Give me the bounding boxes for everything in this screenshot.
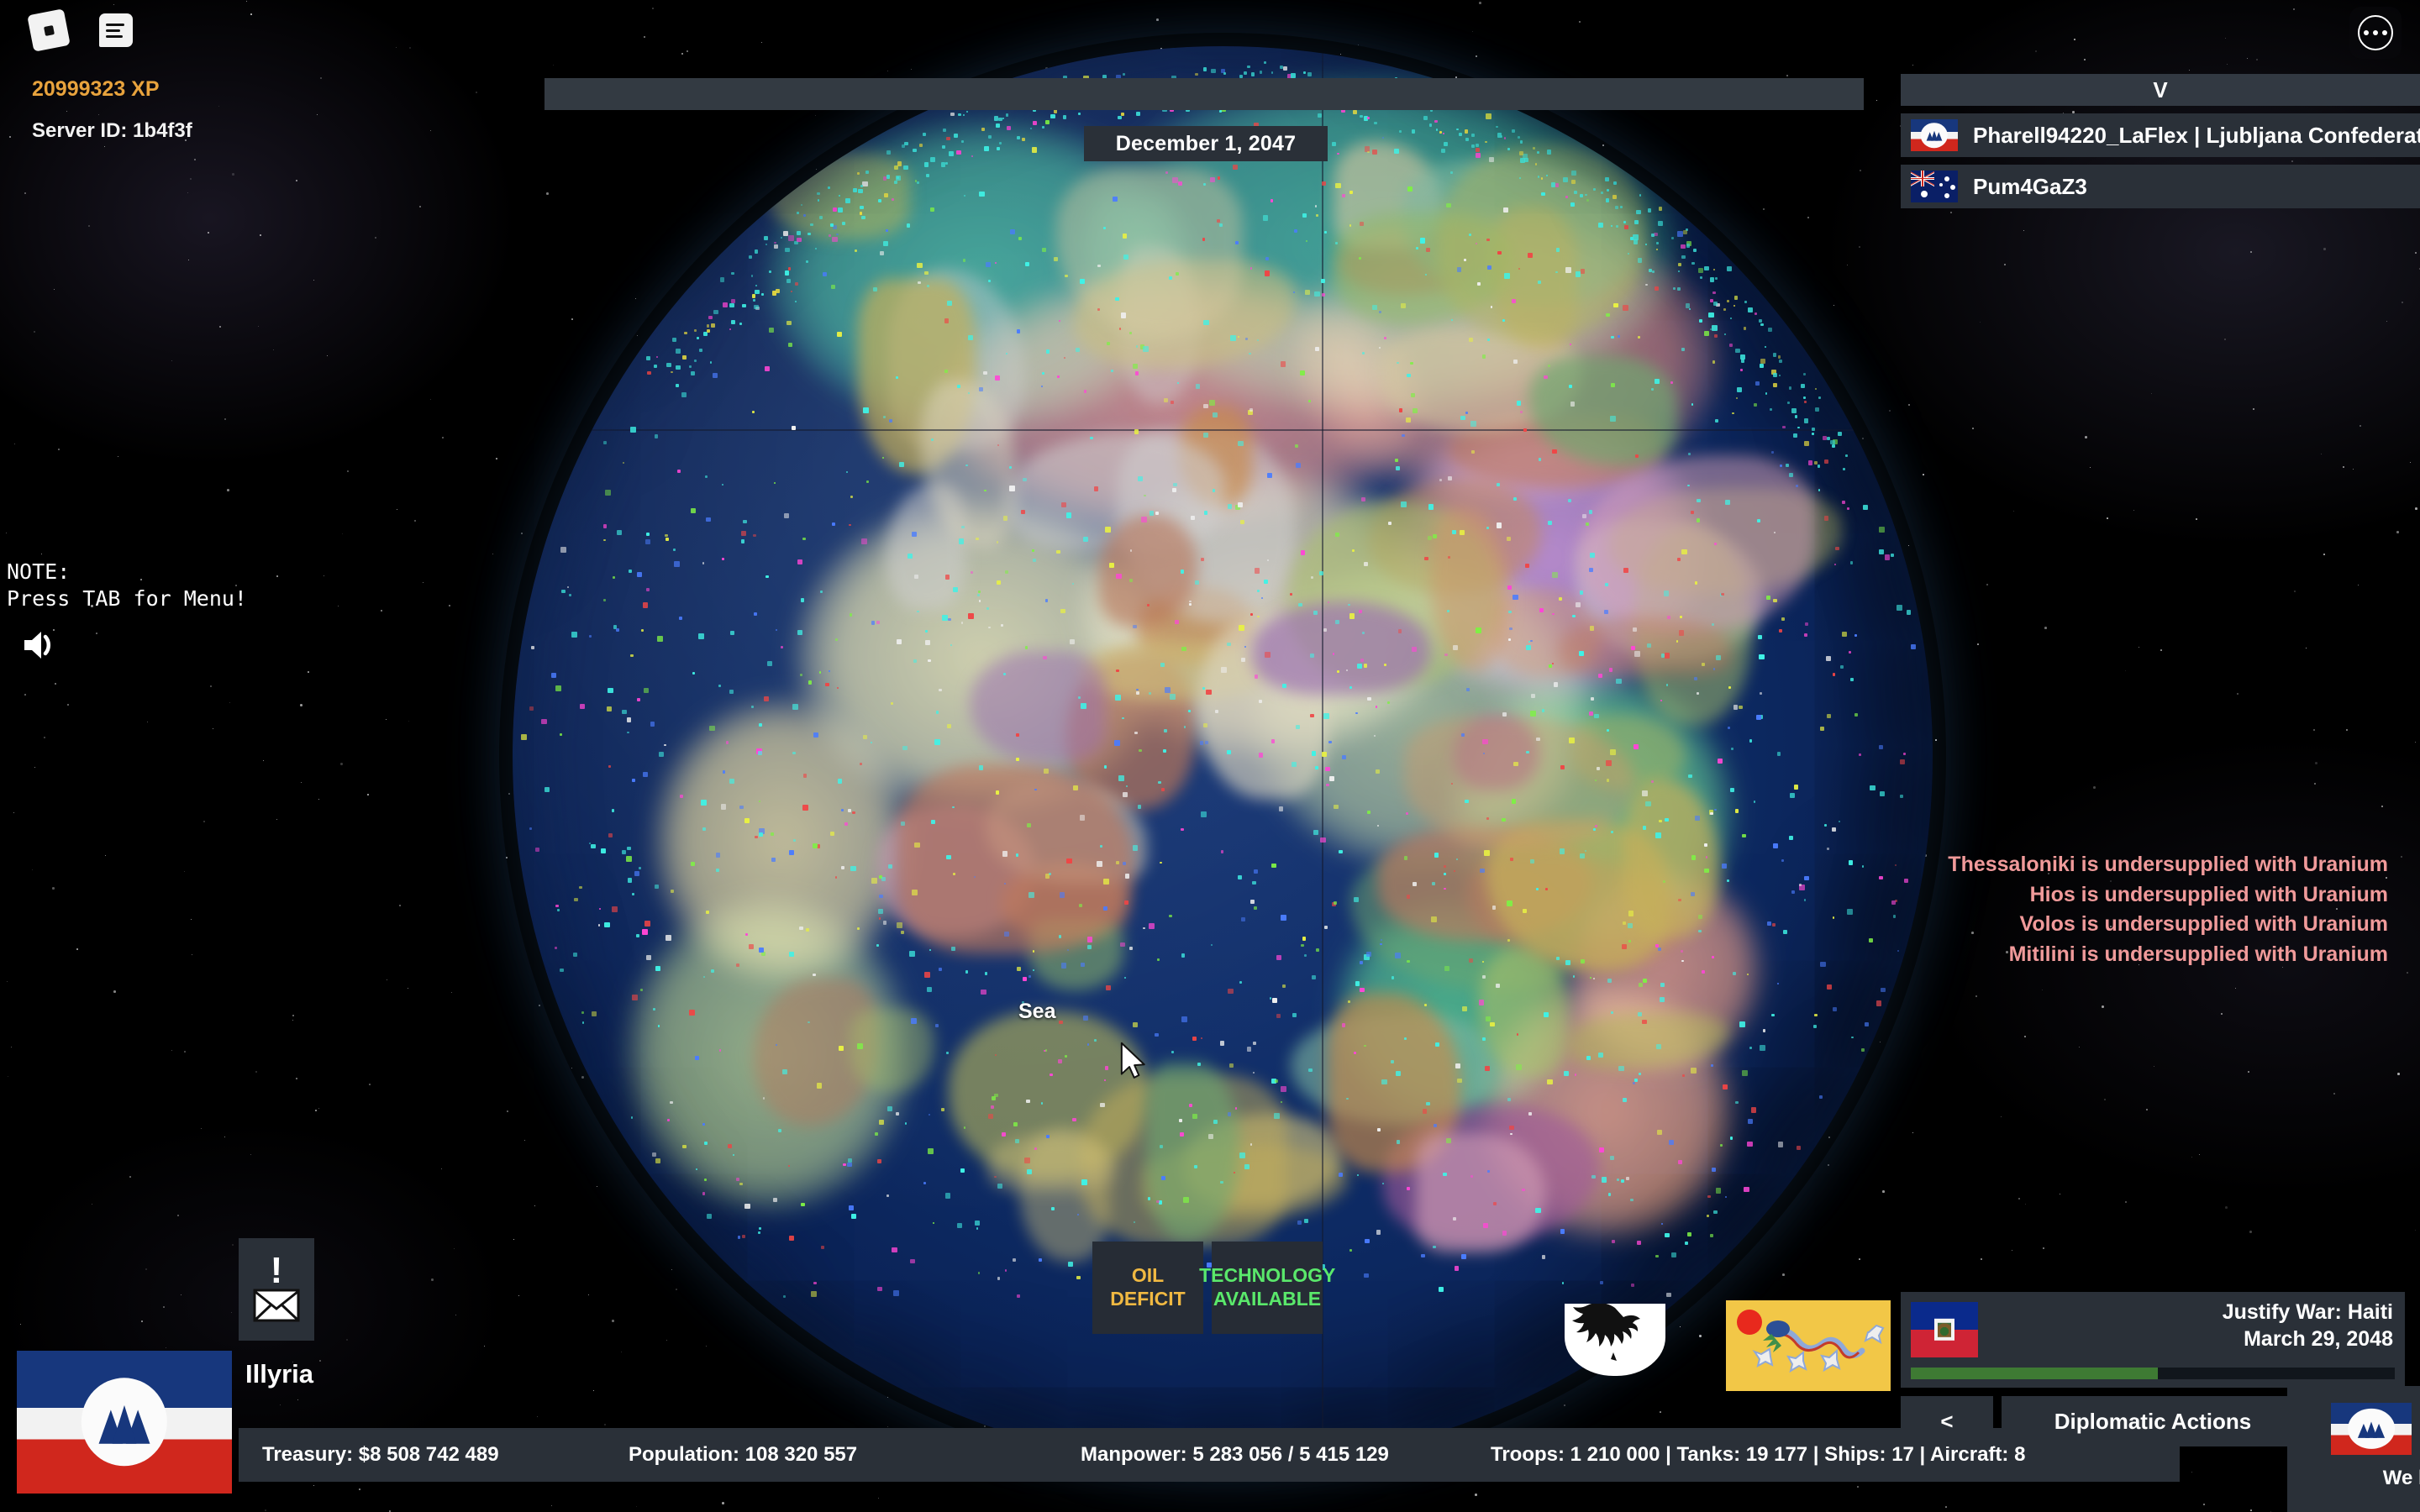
diplomacy-prev-button[interactable]: < bbox=[1901, 1396, 1993, 1446]
player-list-item[interactable]: Pum4GaZ3 bbox=[1901, 165, 2420, 208]
supply-alert: Hios is undersupplied with Uranium bbox=[2029, 882, 2388, 906]
server-id-label: Server ID: 1b4f3f bbox=[32, 119, 192, 142]
illyria-flag-icon bbox=[1911, 119, 1958, 151]
sun-disc-icon bbox=[1737, 1310, 1762, 1335]
diplomacy-progress-bar bbox=[1911, 1368, 2395, 1379]
player-name: Pharell94220_LaFlex | Ljubljana Confeder… bbox=[1973, 122, 2420, 148]
supply-alert: Thessaloniki is undersupplied with Urani… bbox=[1948, 853, 2388, 876]
chat-icon[interactable] bbox=[99, 13, 133, 47]
player-list-item[interactable]: Pharell94220_LaFlex | Ljubljana Confeder… bbox=[1901, 113, 2420, 157]
notification-toast[interactable]: We ha bbox=[2287, 1386, 2420, 1512]
xp-counter: 20999323 XP bbox=[32, 77, 160, 101]
game-screen: Sea 20999323 XP Server ID: 1b4f3f NOTE: … bbox=[0, 0, 2420, 1512]
eagle-crest-emblem[interactable] bbox=[1565, 1304, 1665, 1376]
diplomacy-objective: Justify War: Haiti March 29, 2048 bbox=[2223, 1299, 2393, 1352]
status-chip-technology-available[interactable]: TECHNOLOGY AVAILABLE bbox=[1199, 1242, 1335, 1334]
stat-population: Population: 108 320 557 bbox=[629, 1443, 858, 1466]
alert-mail-button[interactable]: ! bbox=[239, 1238, 314, 1341]
supply-alerts: Thessaloniki is undersupplied with Urani… bbox=[1948, 850, 2388, 969]
speaker-icon[interactable] bbox=[21, 626, 60, 664]
supply-alert: Mitilini is undersupplied with Uranium bbox=[2008, 942, 2388, 966]
mail-icon bbox=[253, 1289, 300, 1322]
diplomatic-actions-button[interactable]: Diplomatic Actions bbox=[2002, 1396, 2304, 1446]
supply-alert: Volos is undersupplied with Uranium bbox=[2019, 912, 2388, 936]
stat-treasury: Treasury: $8 508 742 489 bbox=[262, 1443, 499, 1466]
nation-flag bbox=[17, 1351, 232, 1494]
status-chip-oil-deficit[interactable]: OIL DEFICIT bbox=[1092, 1242, 1203, 1334]
stat-manpower: Manpower: 5 283 056 / 5 415 129 bbox=[1081, 1443, 1389, 1466]
nation-stat-bar: Treasury: $8 508 742 489 Population: 108… bbox=[239, 1428, 2180, 1482]
nation-name: Illyria bbox=[245, 1359, 313, 1389]
tab-menu-note: NOTE: Press TAB for Menu! bbox=[7, 559, 247, 611]
sea-label: Sea bbox=[1018, 1000, 1056, 1023]
game-date: December 1, 2047 bbox=[1084, 126, 1328, 161]
diplomacy-objective-title: Justify War: Haiti bbox=[2222, 1300, 2393, 1324]
diplomacy-panel[interactable]: Justify War: Haiti March 29, 2048 bbox=[1901, 1292, 2405, 1388]
platform-icons[interactable] bbox=[27, 8, 133, 52]
roblox-logo-icon[interactable] bbox=[27, 8, 71, 52]
qing-dragon-flag[interactable] bbox=[1726, 1300, 1891, 1391]
more-options-button[interactable] bbox=[2349, 7, 2402, 59]
diplomacy-objective-date: March 29, 2048 bbox=[2244, 1327, 2393, 1351]
top-progress-bar bbox=[544, 78, 1864, 110]
stat-military: Troops: 1 210 000 | Tanks: 19 177 | Ship… bbox=[1491, 1443, 2026, 1466]
illyria-flag-icon bbox=[2331, 1403, 2412, 1455]
mouse-cursor-icon bbox=[1119, 1042, 1148, 1080]
more-options-icon bbox=[2358, 15, 2393, 50]
australia-flag-icon bbox=[1911, 171, 1958, 202]
player-list-header[interactable]: V bbox=[1901, 74, 2420, 106]
player-list[interactable]: V Pharell94220_LaFlex | Ljubljana Confed… bbox=[1901, 74, 2420, 208]
exclamation-icon: ! bbox=[270, 1249, 283, 1291]
notification-text: We ha bbox=[2382, 1467, 2420, 1489]
haiti-flag-icon bbox=[1911, 1302, 1978, 1357]
player-name: Pum4GaZ3 bbox=[1973, 173, 2087, 199]
